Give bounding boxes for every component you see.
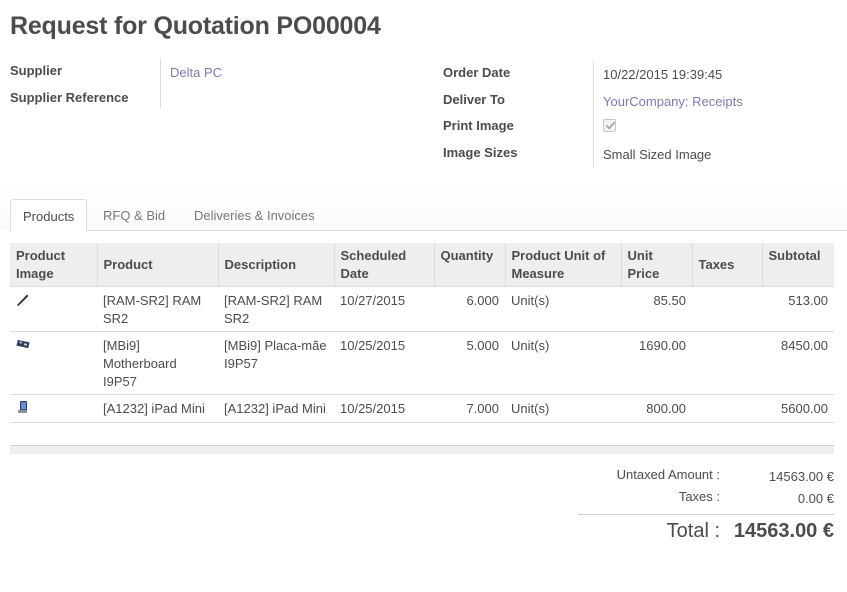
deliver-to-label: Deliver To	[443, 92, 505, 107]
product-cell: [RAM-SR2] RAM SR2	[97, 286, 218, 332]
tab-deliveries-invoices[interactable]: Deliveries & Invoices	[182, 199, 327, 231]
tab-products[interactable]: Products	[10, 199, 88, 232]
subtotal-cell: 5600.00	[762, 394, 834, 423]
field-divider	[160, 59, 161, 108]
column-header-description[interactable]: Description	[217, 243, 334, 287]
totals-divider	[578, 514, 834, 515]
product-cell: [A1232] iPad Mini	[97, 394, 218, 423]
image-sizes-label: Image Sizes	[443, 145, 518, 160]
untaxed-amount-value: 14563.00 €	[768, 469, 834, 484]
quantity-cell: 7.000	[434, 394, 505, 423]
column-header-product-image[interactable]: Product Image	[10, 243, 97, 287]
product-cell: [MBi9] Motherboard I9P57	[97, 331, 218, 395]
notebook-tabs: Products RFQ & Bid Deliveries & Invoices	[10, 199, 847, 232]
taxes-cell	[692, 286, 762, 332]
print-image-checkbox[interactable]	[603, 119, 616, 132]
untaxed-amount-label: Untaxed Amount :	[616, 467, 720, 482]
column-header-product[interactable]: Product	[96, 243, 218, 287]
column-header-quantity[interactable]: Quantity	[433, 243, 505, 287]
column-header-scheduled-date[interactable]: Scheduled Date	[333, 243, 434, 287]
taxes-cell	[692, 394, 762, 423]
uom-cell: Unit(s)	[505, 331, 621, 395]
print-image-label: Print Image	[443, 118, 514, 133]
taxes-label: Taxes :	[678, 489, 720, 504]
product-image-cell	[10, 331, 97, 395]
order-lines-table: Product Image Product Description Schedu…	[10, 243, 834, 423]
taxes-value: 0.00 €	[797, 491, 834, 506]
total-label: Total :	[666, 520, 720, 542]
table-row[interactable]: [RAM-SR2] RAM SR2 [RAM-SR2] RAM SR2 10/2…	[10, 286, 834, 332]
supplier-link[interactable]: Delta PC	[170, 65, 222, 80]
subtotal-cell: 8450.00	[762, 331, 834, 395]
uom-cell: Unit(s)	[505, 394, 621, 423]
quantity-cell: 6.000	[434, 286, 505, 332]
column-header-unit-price[interactable]: Unit Price	[620, 243, 692, 287]
supplier-label: Supplier	[10, 63, 63, 78]
description-cell: [MBi9] Placa-mãe I9P57	[218, 331, 334, 395]
uom-cell: Unit(s)	[505, 286, 621, 332]
order-date-value: 10/22/2015 19:39:45	[603, 67, 723, 82]
scheduled-date-cell: 10/25/2015	[334, 394, 434, 423]
total-value: 14563.00 €	[733, 520, 834, 542]
scheduled-date-cell: 10/25/2015	[334, 331, 434, 395]
scheduled-date-cell: 10/27/2015	[334, 286, 434, 332]
column-header-subtotal[interactable]: Subtotal	[761, 243, 834, 287]
unit-price-cell: 85.50	[621, 286, 692, 332]
description-cell: [RAM-SR2] RAM SR2	[218, 286, 334, 332]
memory-stick-icon	[17, 294, 29, 306]
unit-price-cell: 800.00	[621, 394, 692, 423]
table-header-row: Product Image Product Description Schedu…	[10, 243, 834, 287]
quantity-cell: 5.000	[434, 331, 505, 395]
supplier-reference-label: Supplier Reference	[10, 90, 129, 105]
taxes-cell	[692, 331, 762, 395]
page-title: Request for Quotation PO00004	[10, 12, 381, 40]
table-footer	[10, 445, 834, 454]
tab-rfq-bid[interactable]: RFQ & Bid	[91, 199, 177, 231]
product-image-cell	[10, 394, 97, 423]
ipad-icon	[18, 401, 27, 413]
subtotal-cell: 513.00	[762, 286, 834, 332]
description-cell: [A1232] iPad Mini	[218, 394, 334, 423]
table-row[interactable]: [MBi9] Motherboard I9P57 [MBi9] Placa-mã…	[10, 331, 834, 395]
field-divider	[593, 61, 594, 167]
column-header-uom[interactable]: Product Unit of Measure	[504, 243, 621, 287]
unit-price-cell: 1690.00	[621, 331, 692, 395]
product-image-cell	[10, 286, 97, 332]
motherboard-icon	[16, 339, 30, 349]
deliver-to-link[interactable]: YourCompany: Receipts	[603, 94, 743, 109]
checkmark-icon	[605, 121, 616, 130]
order-date-label: Order Date	[443, 65, 511, 80]
image-sizes-value: Small Sized Image	[603, 147, 712, 162]
column-header-taxes[interactable]: Taxes	[691, 243, 762, 287]
table-row[interactable]: [A1232] iPad Mini [A1232] iPad Mini 10/2…	[10, 394, 834, 423]
